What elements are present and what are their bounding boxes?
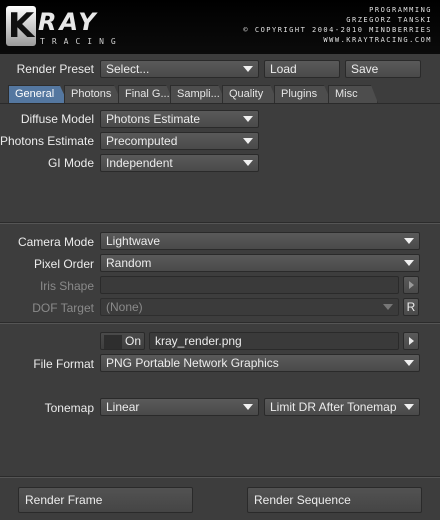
render-sequence-button[interactable]: Render Sequence — [247, 487, 422, 513]
output-on-toggle[interactable]: On — [100, 332, 145, 350]
render-preset-value: Select... — [106, 62, 150, 76]
file-format-dropdown[interactable]: PNG Portable Network Graphics — [100, 354, 420, 372]
tab-sampling[interactable]: Sampli... — [170, 85, 226, 103]
dof-target-value: (None) — [106, 300, 143, 314]
save-preset-button[interactable]: Save — [345, 60, 421, 78]
kray-logo-subtitle: TRACING — [40, 37, 123, 46]
tab-misc[interactable]: Misc — [328, 85, 378, 103]
play-arrow-icon[interactable] — [403, 276, 419, 294]
kray-logo-mark: K — [6, 6, 36, 46]
iris-shape-label: Iris Shape — [39, 279, 94, 293]
credit-name: GRZEGORZ TANSKI — [346, 16, 432, 24]
tonemap-value: Linear — [106, 400, 140, 414]
output-on-label: On — [124, 334, 141, 348]
camera-mode-value: Lightwave — [106, 234, 161, 248]
play-arrow-icon[interactable] — [403, 332, 419, 350]
render-preset-label: Render Preset — [16, 62, 94, 76]
output-filename-field[interactable]: kray_render.png — [149, 332, 399, 350]
toggle-indicator-icon — [103, 334, 122, 349]
chevron-down-icon — [243, 138, 253, 144]
dof-reset-button[interactable]: R — [403, 298, 419, 316]
chevron-down-icon — [243, 66, 253, 72]
dof-target-label: DOF Target — [32, 301, 94, 315]
section-divider — [0, 322, 440, 324]
dof-target-dropdown[interactable]: (None) — [100, 298, 399, 316]
tab-underline — [0, 103, 440, 104]
photons-estimate-value: Precomputed — [106, 134, 178, 148]
photons-estimate-dropdown[interactable]: Precomputed — [100, 132, 259, 150]
website-text: WWW.KRAYTRACING.COM — [323, 36, 432, 44]
chevron-down-icon — [404, 260, 414, 266]
gi-mode-dropdown[interactable]: Independent — [100, 154, 259, 172]
tab-final-gather[interactable]: Final G... — [118, 85, 174, 103]
gi-mode-value: Independent — [106, 156, 173, 170]
tab-photons[interactable]: Photons — [64, 85, 122, 103]
chevron-down-icon — [404, 404, 414, 410]
pixel-order-dropdown[interactable]: Random — [100, 254, 420, 272]
tab-quality[interactable]: Quality — [222, 85, 278, 103]
tonemap-dropdown[interactable]: Linear — [100, 398, 259, 416]
copyright-text: © COPYRIGHT 2004-2010 MINDBERRIES — [243, 26, 432, 34]
tab-general[interactable]: General — [8, 85, 68, 103]
tonemap-label: Tonemap — [44, 401, 94, 415]
section-divider — [0, 476, 440, 478]
file-format-value: PNG Portable Network Graphics — [106, 356, 279, 370]
diffuse-model-dropdown[interactable]: Photons Estimate — [100, 110, 259, 128]
photons-estimate-label: Photons Estimate — [0, 134, 94, 148]
iris-shape-field[interactable] — [100, 276, 399, 294]
load-preset-button[interactable]: Load — [264, 60, 340, 78]
credits-block: PROGRAMMING GRZEGORZ TANSKI © COPYRIGHT … — [243, 5, 432, 45]
diffuse-model-label: Diffuse Model — [20, 112, 94, 126]
render-preset-dropdown[interactable]: Select... — [100, 60, 259, 78]
pixel-order-value: Random — [106, 256, 152, 270]
camera-mode-label: Camera Mode — [17, 235, 94, 249]
chevron-down-icon — [243, 116, 253, 122]
tab-plugins[interactable]: Plugins — [274, 85, 332, 103]
chevron-down-icon — [243, 404, 253, 410]
tonemap-option-dropdown[interactable]: Limit DR After Tonemap — [264, 398, 420, 416]
chevron-down-icon — [404, 238, 414, 244]
render-frame-button[interactable]: Render Frame — [18, 487, 193, 513]
file-format-label: File Format — [33, 357, 94, 371]
gi-mode-label: GI Mode — [47, 156, 94, 170]
camera-mode-dropdown[interactable]: Lightwave — [100, 232, 420, 250]
chevron-down-icon — [383, 304, 393, 310]
pixel-order-label: Pixel Order — [33, 257, 94, 271]
tonemap-option-value: Limit DR After Tonemap — [270, 400, 397, 414]
kray-logo-wordmark: RAY — [38, 8, 99, 36]
header-banner: K RAY TRACING PROGRAMMING GRZEGORZ TANSK… — [0, 0, 440, 54]
chevron-down-icon — [404, 360, 414, 366]
section-divider — [0, 222, 440, 224]
diffuse-model-value: Photons Estimate — [106, 112, 201, 126]
credit-role: PROGRAMMING — [369, 6, 432, 14]
chevron-down-icon — [243, 160, 253, 166]
